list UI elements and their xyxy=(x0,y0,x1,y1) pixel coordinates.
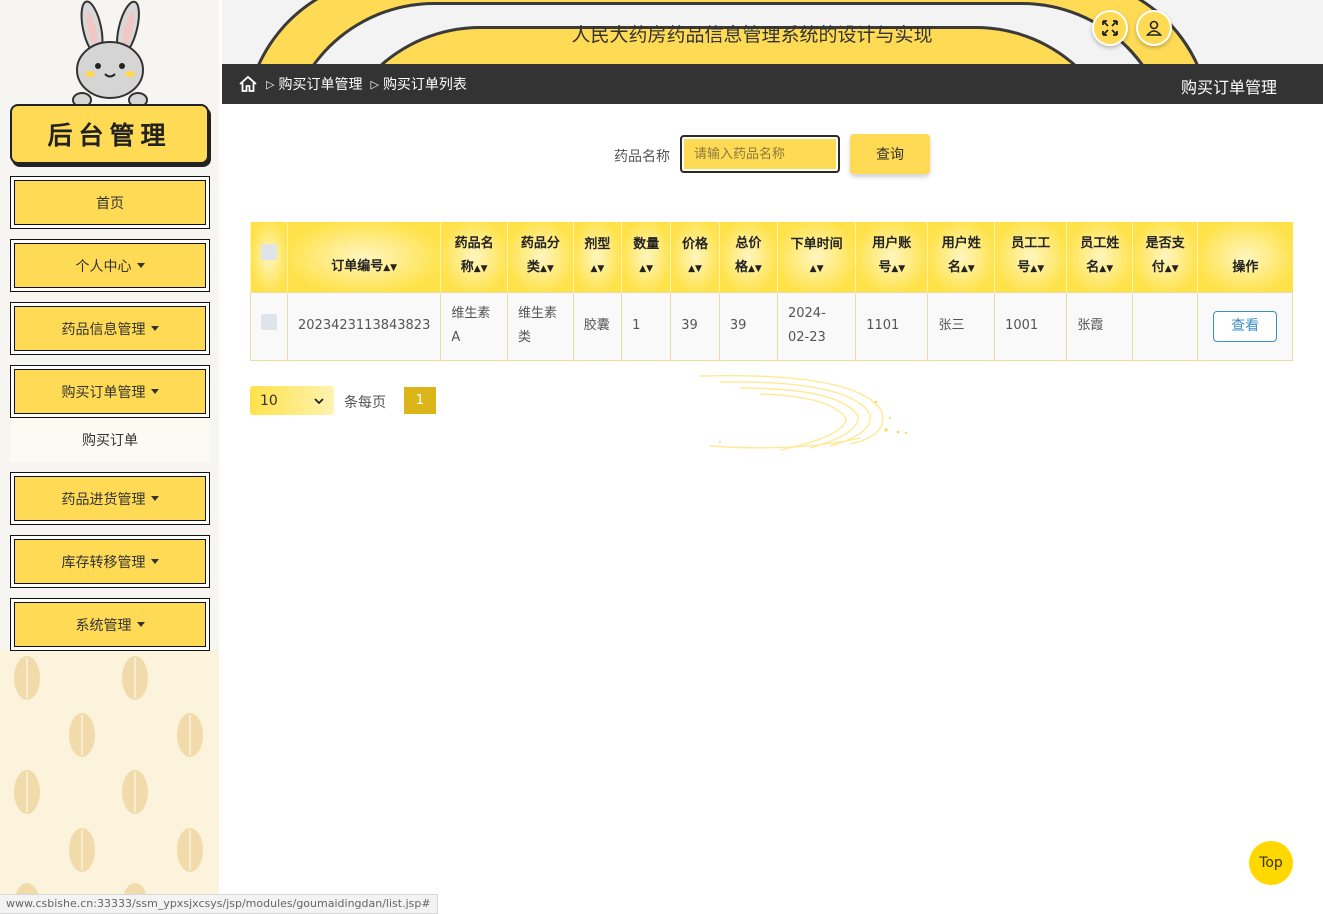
sidebar-item-stock-transfer[interactable]: 库存转移管理 xyxy=(10,535,210,588)
search-button[interactable]: 查询 xyxy=(850,134,930,174)
breadcrumb-separator-icon: ▷ xyxy=(370,77,379,91)
select-all-header xyxy=(250,222,288,292)
drug-name-search-input[interactable] xyxy=(680,135,840,173)
sort-icon: ▲▼ xyxy=(688,263,702,274)
page-number-button[interactable]: 1 xyxy=(404,387,436,414)
sidebar-item-drug-restock[interactable]: 药品进货管理 xyxy=(10,472,210,525)
breadcrumb-item: 购买订单列表 xyxy=(382,77,467,93)
cell-drug-category: 维生素类 xyxy=(507,291,574,361)
bunny-mascot-icon xyxy=(72,0,148,108)
status-bar-url: www.csbishe.cn:33333/ssm_ypxsjxcsys/jsp/… xyxy=(0,894,438,914)
sort-icon: ▲▼ xyxy=(539,264,554,275)
sidebar-menu: 首页 个人中心 药品信息管理 购买订单管理 购买订单 药品进货管理 库存转移管理… xyxy=(10,176,210,661)
table-header-row: 订单编号▲▼ 药品名 称▲▼ 药品分 类▲▼ 剂型 ▲▼ 数量 ▲▼ 价格 ▲▼ xyxy=(250,222,1293,292)
admin-panel-title: 后台管理 xyxy=(10,104,209,164)
sidebar: 后台管理 首页 个人中心 药品信息管理 购买订单管理 购买订单 药品进货管理 库… xyxy=(0,0,222,914)
sort-icon: ▲▼ xyxy=(639,263,654,274)
page-title: 购买订单管理 xyxy=(1180,78,1277,97)
sort-icon: ▲▼ xyxy=(1030,264,1045,275)
cell-actions: 查看 xyxy=(1197,291,1293,361)
sidebar-item-system[interactable]: 系统管理 xyxy=(10,598,210,651)
top-header: 人民大药房药品信息管理系统的设计与实现 xyxy=(222,0,1323,64)
breadcrumb: ▷ 购买订单管理 ▷ 购买订单列表 购买订单管理 xyxy=(222,64,1323,104)
select-all-checkbox[interactable] xyxy=(261,244,277,261)
user-icon xyxy=(1145,20,1163,36)
sidebar-item-drug-info[interactable]: 药品信息管理 xyxy=(10,302,210,355)
column-header[interactable]: 用户姓 名▲▼ xyxy=(927,222,995,292)
user-profile-button[interactable] xyxy=(1136,10,1172,46)
chevron-down-icon xyxy=(314,397,324,404)
column-header[interactable]: 药品名 称▲▼ xyxy=(440,222,508,292)
breadcrumb-separator-icon: ▷ xyxy=(266,77,275,91)
caret-down-icon xyxy=(150,559,159,564)
table-row: 2023423113843823 维生素A 维生素类 胶囊 1 39 39 20… xyxy=(250,291,1293,361)
sidebar-item-label: 药品信息管理 xyxy=(61,321,146,338)
sidebar-item-label: 药品进货管理 xyxy=(61,491,146,508)
column-header[interactable]: 数量 ▲▼ xyxy=(621,222,671,292)
page-size-value: 10 xyxy=(260,392,278,409)
column-header[interactable]: 下单时间 ▲▼ xyxy=(776,222,856,292)
cell-order-time: 2024-02-23 xyxy=(776,291,857,361)
sidebar-subitem-purchase-order[interactable]: 购买订单 xyxy=(10,418,210,462)
sidebar-item-label: 库存转移管理 xyxy=(61,554,146,571)
column-header[interactable]: 用户账 号▲▼ xyxy=(855,222,928,292)
column-header[interactable]: 员工姓 名▲▼ xyxy=(1066,222,1133,292)
search-label: 药品名称 xyxy=(614,149,670,165)
cell-total: 39 xyxy=(718,291,778,361)
cell-quantity: 1 xyxy=(621,291,672,361)
home-icon[interactable] xyxy=(238,75,258,93)
sidebar-item-label: 购买订单管理 xyxy=(61,384,146,401)
cell-staff-no: 1001 xyxy=(994,291,1068,361)
sort-icon: ▲▼ xyxy=(1099,264,1114,275)
column-header[interactable]: 总价 格▲▼ xyxy=(718,222,778,292)
caret-down-icon xyxy=(150,389,159,394)
breadcrumb-item[interactable]: 购买订单管理 xyxy=(278,74,362,94)
sidebar-item-label: 首页 xyxy=(96,195,124,212)
fullscreen-button[interactable] xyxy=(1092,10,1128,46)
row-select-cell xyxy=(250,291,288,361)
sidebar-item-home[interactable]: 首页 xyxy=(10,176,210,229)
row-checkbox[interactable] xyxy=(261,313,277,330)
caret-down-icon xyxy=(136,263,145,268)
action-column-header: 操作 xyxy=(1197,222,1293,292)
sort-icon: ▲▼ xyxy=(960,264,975,275)
sidebar-item-label: 系统管理 xyxy=(75,617,132,634)
back-to-top-button[interactable]: Top xyxy=(1249,841,1293,885)
column-header[interactable]: 剂型 ▲▼ xyxy=(572,222,622,292)
sidebar-item-label: 个人中心 xyxy=(75,258,132,275)
fullscreen-icon xyxy=(1102,20,1118,36)
column-header[interactable]: 药品分 类▲▼ xyxy=(507,222,574,292)
cell-paid xyxy=(1132,291,1199,361)
cell-drug-name: 维生素A xyxy=(440,291,508,361)
sort-icon: ▲▼ xyxy=(747,264,762,275)
order-table: 订单编号▲▼ 药品名 称▲▼ 药品分 类▲▼ 剂型 ▲▼ 数量 ▲▼ 价格 ▲▼ xyxy=(250,222,1293,361)
cell-order-no: 2023423113843823 xyxy=(286,291,442,361)
column-header[interactable]: 是否支 付▲▼ xyxy=(1132,222,1198,292)
sidebar-item-purchase-orders[interactable]: 购买订单管理 xyxy=(10,365,210,418)
column-header[interactable]: 价格 ▲▼ xyxy=(670,222,720,292)
cell-dosage-form: 胶囊 xyxy=(572,291,623,361)
column-header[interactable]: 订单编号▲▼ xyxy=(286,222,441,292)
leaf-pattern-decoration xyxy=(14,656,203,914)
sparkle-swirl-decoration xyxy=(699,374,908,451)
sort-icon: ▲▼ xyxy=(1164,264,1179,275)
sort-icon: ▲▼ xyxy=(809,263,824,274)
view-button[interactable]: 查看 xyxy=(1213,310,1278,342)
page-size-select[interactable]: 10 xyxy=(250,386,334,415)
cell-user-name: 张三 xyxy=(927,291,996,361)
per-page-label: 条每页 xyxy=(344,395,386,411)
column-header[interactable]: 员工工 号▲▼ xyxy=(994,222,1067,292)
sort-icon: ▲▼ xyxy=(383,263,398,274)
caret-down-icon xyxy=(150,326,159,331)
cell-price: 39 xyxy=(670,291,720,361)
cell-staff-name: 张霞 xyxy=(1066,291,1134,361)
sidebar-item-personal-center[interactable]: 个人中心 xyxy=(10,239,210,292)
cell-user-account: 1101 xyxy=(855,291,929,361)
sort-icon: ▲▼ xyxy=(891,264,906,275)
sort-icon: ▲▼ xyxy=(473,264,488,275)
caret-down-icon xyxy=(136,622,145,627)
caret-down-icon xyxy=(150,496,159,501)
sort-icon: ▲▼ xyxy=(590,263,605,274)
